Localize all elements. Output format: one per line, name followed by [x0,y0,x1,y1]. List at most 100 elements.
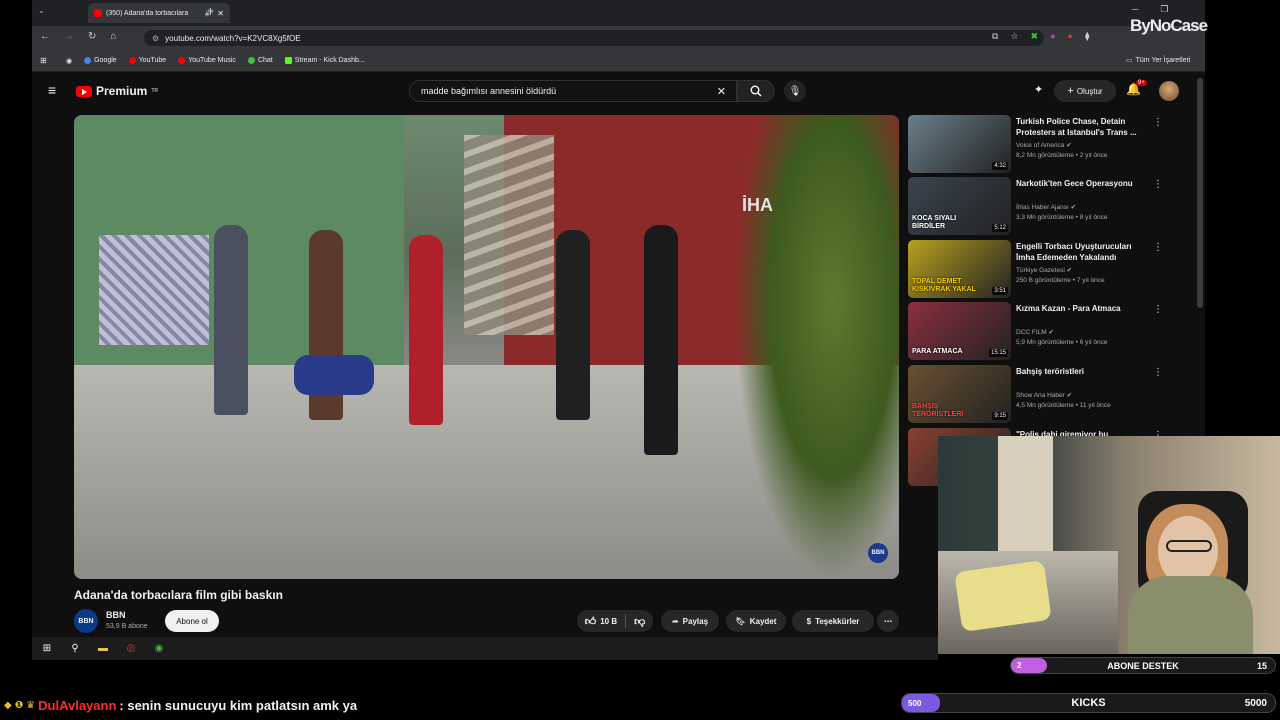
chat-badge-icon: ◆ [4,700,12,711]
video-title: Adana'da torbacılara film gibi baskın [74,588,283,602]
bookmark-star-icon[interactable]: ☆ [1010,31,1018,42]
windows-start-icon[interactable]: ⊞ [40,642,54,656]
recommendation-menu-icon[interactable]: ⋮ [1153,367,1163,378]
bookmark-google[interactable]: Google [84,57,117,64]
recommendation-title[interactable]: Turkish Police Chase, Detain Protesters … [1016,116,1144,138]
video-player[interactable]: İHA BBN [74,115,899,579]
goal-bar-subs: 2 ABONE DESTEK 15 [1010,657,1276,674]
recommendation-thumbnail[interactable]: 3:51 TOPAL DEMET KISKIVRAK YAKAL [908,240,1011,298]
channel-avatar[interactable]: BBN [74,609,98,633]
recommendation-item[interactable]: 5:12 KOCA SIYALI BİRDİLER Narkotik'ten Gec… [908,177,1163,235]
more-actions-button[interactable]: ⋯ [877,610,899,632]
site-info-icon[interactable]: ⚙ [152,34,159,43]
recommendation-duration: 4:32 [992,162,1008,170]
share-icon: ➦ [671,616,679,626]
reload-icon[interactable]: ↻ [88,31,96,42]
thumbs-down-icon[interactable]: 👎︎ [634,615,645,628]
bookmark-chat[interactable]: Chat [247,57,273,64]
recommendation-item[interactable]: 3:51 TOPAL DEMET KISKIVRAK YAKAL Engelli T… [908,240,1163,298]
thanks-button[interactable]: $ Teşekkürler [792,610,874,632]
bookmark-icon: 🔖︎ [735,616,746,626]
recommendation-thumbnail[interactable]: 4:32 [908,115,1011,173]
install-icon[interactable]: ⧉ [992,31,998,42]
recommendation-thumbnail[interactable]: 9:15 BAHŞİŞ TERÖRİSTLERİ [908,365,1011,423]
save-button[interactable]: 🔖︎ Kaydet [726,610,786,632]
video-person [644,225,678,455]
search-input[interactable]: madde bağımlısı annesini öldürdü ✕ [409,80,737,102]
recommendation-channel[interactable]: Türkiye Gazetesi ✔ [1016,266,1072,274]
tab-close-icon[interactable]: ✕ [217,9,224,18]
video-scene-stairs [464,135,554,335]
tab-search-icon[interactable]: ⌄ [38,6,45,15]
chat-username: DulAvlayann [38,698,117,713]
menu-icon[interactable]: ≡ [48,82,56,98]
chat-message: ◆ ❶ ♛ DulAvlayann : senin sunucuyu kim p… [4,698,357,713]
recommendation-meta: 3,3 Mn görüntüleme • 8 yıl önce [1016,214,1108,221]
restore-icon[interactable]: ❐ [1160,4,1168,15]
bookmark-globe[interactable]: ◉ [66,57,72,65]
extension-green-icon[interactable]: ✖ [1031,31,1039,42]
taskbar-search-icon[interactable]: ⚲ [68,642,82,656]
channel-name[interactable]: BBN [106,610,126,620]
create-button[interactable]: + Oluştur [1054,80,1116,102]
recommendation-title[interactable]: Bahşiş teröristleri [1016,366,1144,377]
youtube-play-icon [76,85,92,97]
bookmark-youtube[interactable]: YouTube [128,57,166,64]
verified-icon: ✔ [1066,142,1072,149]
url-text: youtube.com/watch?v=K2VC8Xg5fOE [165,33,301,43]
recommendation-channel[interactable]: Show Ana Haber ✔ [1016,391,1072,399]
verified-icon: ✔ [1066,392,1073,399]
new-tab-icon[interactable]: + [207,4,214,18]
all-bookmarks[interactable]: ▭ Tüm Yer İşaretleri [1126,56,1190,65]
file-explorer-icon[interactable]: ▬ [96,642,110,656]
page-scrollbar[interactable] [1197,78,1203,308]
chrome-icon[interactable]: ◉ [152,642,166,656]
recommendation-channel[interactable]: DCC FILM ✔ [1016,328,1054,336]
recommendation-title[interactable]: Narkotik'ten Gece Operasyonu [1016,178,1144,189]
bookmark-youtube-music[interactable]: YouTube Music [178,57,236,64]
recommendation-menu-icon[interactable]: ⋮ [1153,117,1163,128]
app-circle-icon[interactable]: ◎ [124,642,138,656]
subscribe-button[interactable]: Abone ol [165,610,219,632]
bookmarks-bar: ⊞ ◉ Google YouTube YouTube Music Chat St… [32,50,1205,72]
minimize-icon[interactable]: ─ [1132,4,1138,15]
youtube-logo[interactable]: Premium TR [76,84,158,98]
voice-search-button[interactable]: 🎙 [784,80,806,102]
home-icon[interactable]: ⌂ [110,31,116,42]
youtube-favicon-icon [94,9,102,17]
recommendation-item[interactable]: 4:32 Turkish Police Chase, Detain Protest… [908,115,1163,173]
bookmark-kick[interactable]: Stream - Kick Dashb... [284,57,365,64]
recommendation-menu-icon[interactable]: ⋮ [1153,179,1163,190]
verified-icon: ✔ [1070,204,1077,211]
recommendation-item[interactable]: 15:15 PARA ATMACA Kızma Kazan - Para Atmac… [908,302,1163,360]
recommendation-meta: 250 B görüntüleme • 7 yıl önce [1016,277,1105,284]
search-button[interactable] [737,80,775,102]
back-icon[interactable]: ← [40,31,50,42]
recommendation-channel[interactable]: Voice of America ✔ [1016,141,1072,149]
goal-bar-subs-target: 15 [1256,660,1267,671]
video-scene-rug [99,235,209,345]
extension-purple-icon[interactable]: ● [1050,31,1055,42]
recommendation-menu-icon[interactable]: ⋮ [1153,304,1163,315]
address-bar[interactable]: ⚙ youtube.com/watch?v=K2VC8Xg5fOE [144,30,1044,46]
apps-grid-icon[interactable]: ⊞ [40,56,47,65]
recommendation-title[interactable]: Engelli Torbacı Uyuşturucuları İmha Edem… [1016,241,1144,263]
ai-icon[interactable]: ✦ [1034,83,1043,96]
recommendation-thumbnail[interactable]: 5:12 KOCA SIYALI BİRDİLER [908,177,1011,235]
recommendation-thumbnail[interactable]: 15:15 PARA ATMACA [908,302,1011,360]
video-person [214,225,248,415]
extension-red-icon[interactable]: ● [1068,31,1073,42]
extensions-icon[interactable]: ⧫ [1085,31,1089,42]
forward-icon[interactable]: → [64,31,74,42]
recommendation-channel[interactable]: İhlas Haber Ajansı ✔ [1016,203,1076,211]
recommendation-menu-icon[interactable]: ⋮ [1153,242,1163,253]
share-button[interactable]: ➦ Paylaş [661,610,719,632]
like-button[interactable]: 👍︎ 10 B [585,615,617,628]
recommendation-title[interactable]: Kızma Kazan - Para Atmaca [1016,303,1144,314]
video-person-on-ground [294,355,374,395]
recommendation-item[interactable]: 9:15 BAHŞİŞ TERÖRİSTLERİ Bahşiş teröristle… [908,365,1163,423]
clear-search-icon[interactable]: ✕ [717,85,726,98]
account-avatar[interactable] [1159,81,1179,101]
youtube-icon [128,57,136,64]
verified-icon: ✔ [1066,267,1073,274]
